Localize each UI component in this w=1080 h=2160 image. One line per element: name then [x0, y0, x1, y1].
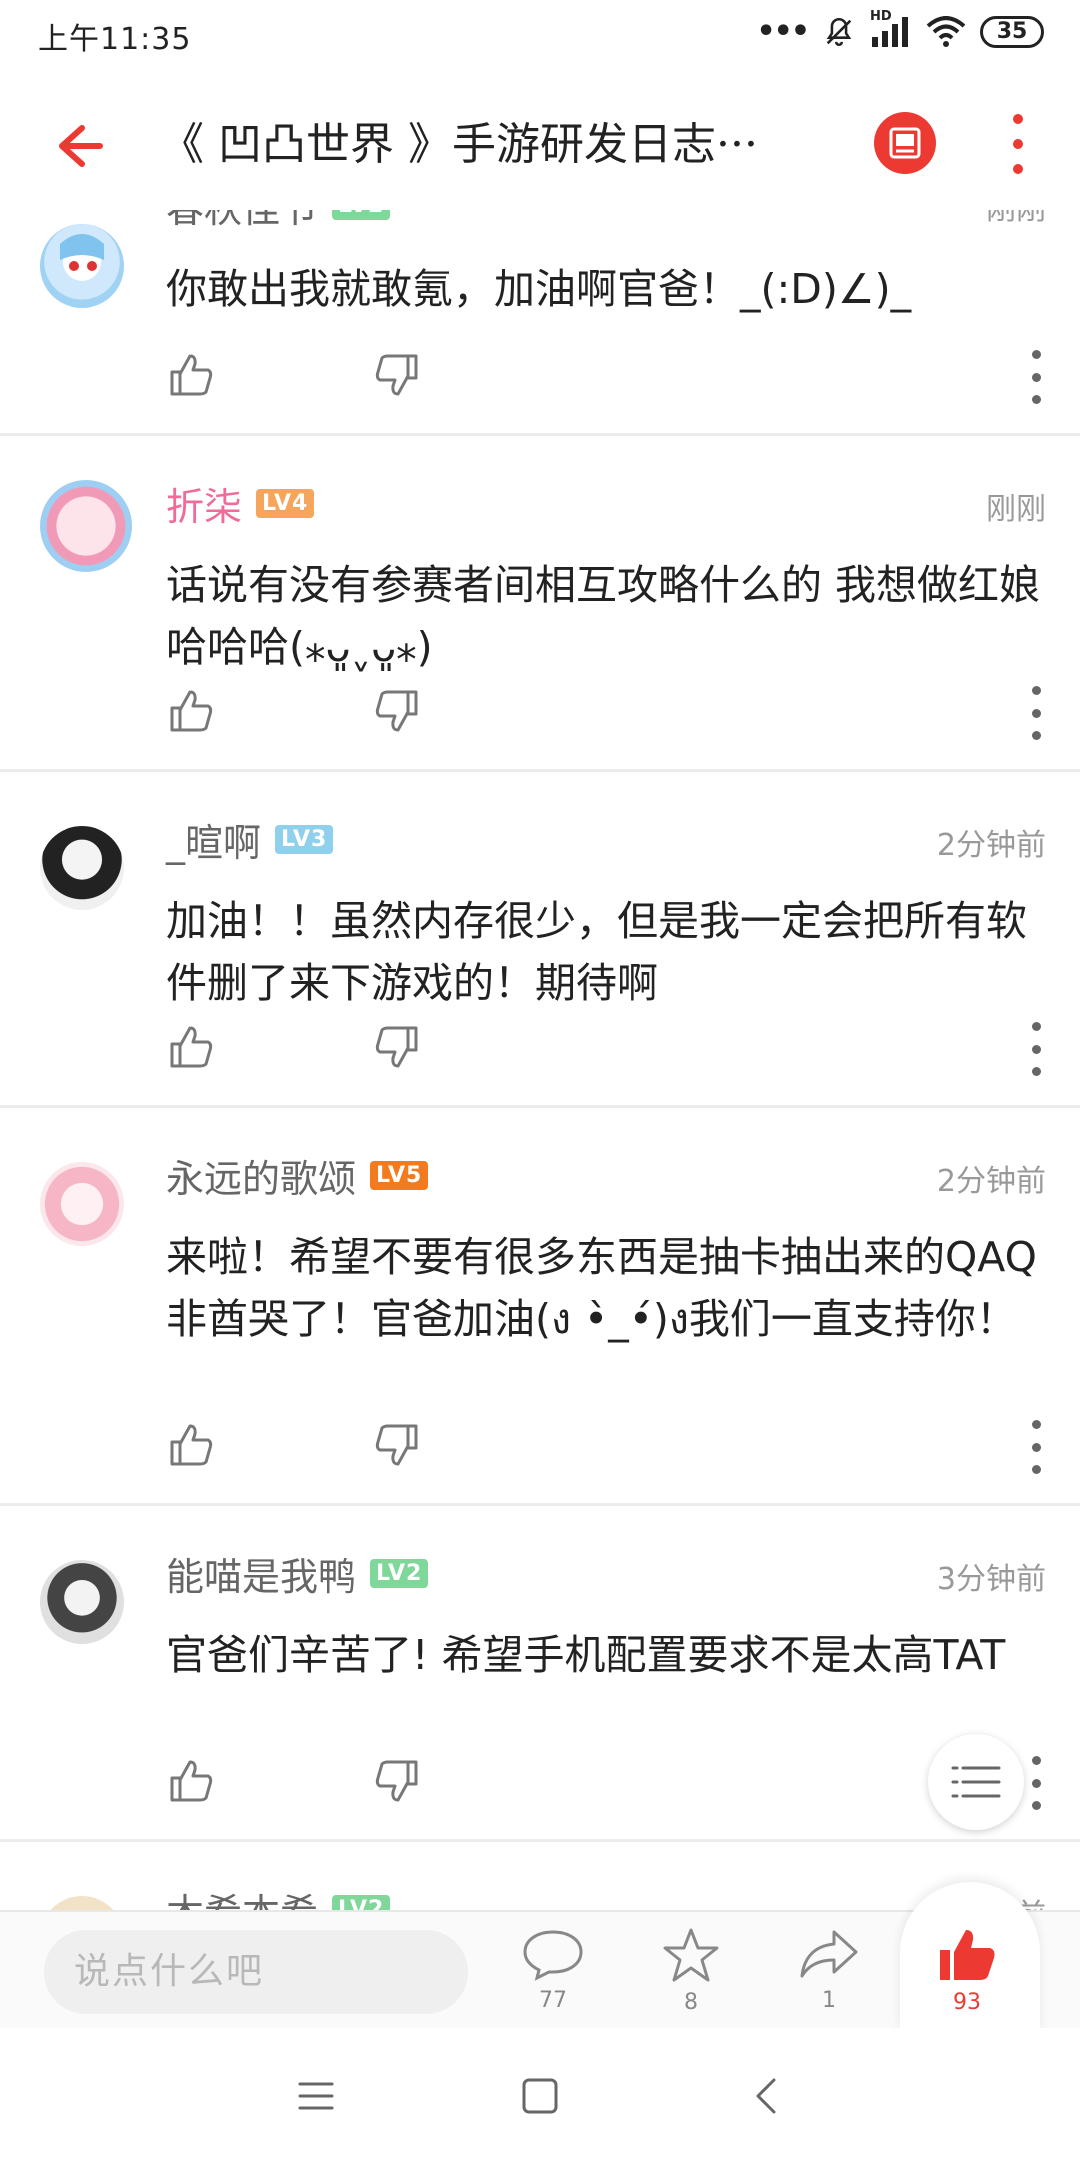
comment-time: 刚刚 — [986, 492, 1046, 527]
mute-bell-icon — [826, 17, 852, 46]
thumbs-up-icon[interactable] — [166, 1420, 216, 1470]
avatar[interactable] — [40, 1896, 124, 1910]
more-notifications-icon: ••• — [756, 14, 810, 49]
comments-button[interactable]: 77 — [508, 1926, 598, 2022]
comment-count: 77 — [539, 1988, 567, 2013]
comment-actions — [166, 1420, 1046, 1480]
like-count: 93 — [953, 1990, 981, 2015]
share-arrow-icon — [800, 1930, 858, 1978]
username[interactable]: 木希本希 — [166, 1882, 318, 1910]
comment-time: 刚刚 — [986, 210, 1046, 228]
comment-time: 2分钟前 — [936, 828, 1046, 863]
comment-actions — [166, 1022, 1046, 1082]
comment-actions — [166, 350, 1046, 410]
comment-actions — [166, 1756, 1046, 1816]
avatar[interactable] — [40, 826, 124, 910]
thumbs-up-filled-icon — [940, 1930, 995, 1980]
home-nav-icon[interactable] — [518, 2074, 562, 2118]
comment-input[interactable]: 说点什么吧 — [44, 1930, 468, 2014]
comment-text: 来啦！希望不要有很多东西是抽卡抽出来的QAQ非酋哭了！官爸加油(ง •̀_•́)… — [166, 1233, 1037, 1343]
battery-level: 35 — [996, 19, 1028, 44]
comment-item: 能喵是我鸭 LV2 3分钟前 官爸们辛苦了! 希望手机配置要求不是太高TAT — [0, 1506, 1080, 1842]
level-badge: LV5 — [370, 1161, 429, 1190]
comment-username-row: 木希本希 LV2 — [166, 1882, 391, 1910]
comment-more-button[interactable] — [1026, 1756, 1046, 1810]
thumbs-down-icon[interactable] — [372, 350, 422, 400]
username[interactable]: 春秋佳节 — [166, 210, 318, 233]
battery-indicator: 35 — [980, 15, 1044, 48]
comment-username-row: 折柒 LV4 — [166, 476, 315, 531]
username[interactable]: 永远的歌颂 — [166, 1148, 356, 1203]
avatar[interactable] — [40, 1162, 124, 1246]
thumbs-up-icon[interactable] — [166, 1022, 216, 1072]
username[interactable]: 能喵是我鸭 — [166, 1546, 356, 1601]
share-count: 1 — [822, 1988, 836, 2013]
comment-item: 永远的歌颂 LV5 2分钟前 来啦！希望不要有很多东西是抽卡抽出来的QAQ非酋哭… — [0, 1108, 1080, 1506]
comment-item: 春秋佳节 LV2 刚刚 你敢出我就敢氪，加油啊官爸！_(:D)∠)_ — [0, 210, 1080, 436]
avatar[interactable] — [40, 480, 132, 572]
comment-username-row: 春秋佳节 LV2 — [166, 210, 391, 233]
comment-actions — [166, 686, 1046, 746]
share-button[interactable]: 1 — [784, 1926, 874, 2022]
favorite-count: 8 — [684, 1990, 698, 2015]
level-badge: LV2 — [332, 1895, 391, 1910]
comment-item: 木希本希 LV2 3分钟前 — [0, 1842, 1080, 1910]
comment-text: 官爸们辛苦了! 希望手机配置要求不是太高TAT — [166, 1631, 1006, 1679]
comment-username-row: 能喵是我鸭 LV2 — [166, 1546, 429, 1601]
comment-username-row: _暄啊 LV3 — [166, 812, 334, 867]
thumbs-down-icon[interactable] — [372, 1756, 422, 1806]
thumbs-down-icon[interactable] — [372, 1420, 422, 1470]
thumbs-down-icon[interactable] — [372, 686, 422, 736]
thumbs-up-icon[interactable] — [166, 686, 216, 736]
wifi-icon — [926, 15, 966, 47]
system-navigation-bar — [0, 2028, 1080, 2160]
comment-bubble-icon — [523, 1930, 583, 1981]
level-badge: LV2 — [332, 210, 391, 220]
list-icon — [951, 1766, 1001, 1798]
username[interactable]: _暄啊 — [166, 812, 261, 867]
comment-username-row: 永远的歌颂 LV5 — [166, 1148, 429, 1203]
status-bar: 上午11:35 ••• HD 35 — [0, 0, 1080, 64]
thumbs-up-icon[interactable] — [166, 350, 216, 400]
star-icon — [663, 1928, 719, 1982]
comment-item: _暄啊 LV3 2分钟前 加油！！虽然内存很少，但是我一定会把所有软件删了来下游… — [0, 772, 1080, 1108]
username[interactable]: 折柒 — [166, 476, 242, 531]
comment-more-button[interactable] — [1026, 350, 1046, 404]
comment-text: 加油！！虽然内存很少，但是我一定会把所有软件删了来下游戏的！期待啊 — [166, 897, 1027, 1007]
comment-feed[interactable]: 春秋佳节 LV2 刚刚 你敢出我就敢氪，加油啊官爸！_(:D)∠)_ 折柒 LV… — [0, 210, 1080, 1910]
status-time: 上午11:35 — [38, 22, 192, 57]
comment-text: 你敢出我就敢氪，加油啊官爸！_(:D)∠)_ — [166, 265, 912, 313]
thumbs-up-icon[interactable] — [166, 1756, 216, 1806]
image-mode-button[interactable] — [874, 112, 936, 174]
bottom-action-bar: 说点什么吧 77 8 1 93 — [0, 1882, 1080, 2032]
favorite-button[interactable]: 8 — [646, 1926, 736, 2022]
status-icons: ••• HD 35 — [756, 9, 1044, 49]
back-arrow-icon[interactable] — [48, 116, 108, 176]
comment-text: 话说有没有参赛者间相互攻略什么的 我想做红娘哈哈哈(⁎ᴗ͈ˬᴗ͈⁎) — [166, 561, 1041, 671]
level-badge: LV3 — [275, 825, 334, 854]
signal-icon: HD — [870, 9, 912, 49]
avatar[interactable] — [40, 224, 124, 308]
page-title: 《 凹凸世界 》手游研发日志··· — [160, 119, 758, 170]
menu-nav-icon[interactable] — [294, 2074, 338, 2118]
like-button[interactable]: 93 — [922, 1926, 1012, 2022]
thumbs-down-icon[interactable] — [372, 1022, 422, 1072]
comment-more-button[interactable] — [1026, 1420, 1046, 1474]
top-app-bar: 《 凹凸世界 》手游研发日志··· — [0, 80, 1080, 210]
more-options-button[interactable] — [1000, 114, 1036, 174]
comment-time: 2分钟前 — [936, 1164, 1046, 1199]
avatar[interactable] — [40, 1560, 124, 1644]
image-icon — [889, 127, 921, 159]
comment-time: 3分钟前 — [936, 1562, 1046, 1597]
level-badge: LV2 — [370, 1559, 429, 1588]
back-nav-icon[interactable] — [746, 2074, 790, 2118]
floating-menu-button[interactable] — [928, 1734, 1024, 1830]
comment-more-button[interactable] — [1026, 686, 1046, 740]
level-badge: LV4 — [256, 489, 315, 518]
comment-more-button[interactable] — [1026, 1022, 1046, 1076]
comment-item: 折柒 LV4 刚刚 话说有没有参赛者间相互攻略什么的 我想做红娘哈哈哈(⁎ᴗ͈ˬ… — [0, 436, 1080, 772]
